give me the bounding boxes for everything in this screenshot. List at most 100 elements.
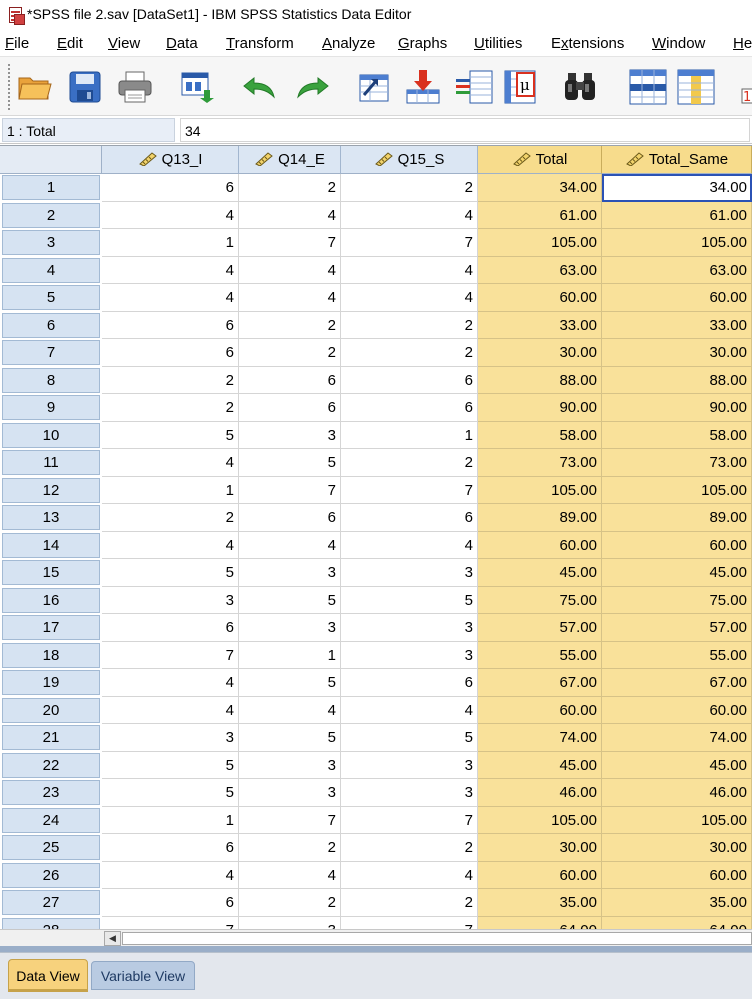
menu-transform[interactable]: Transform <box>226 35 294 52</box>
data-cell-total_same[interactable]: 105.00 <box>602 806 752 834</box>
data-cell-q13_i[interactable]: 6 <box>102 174 239 202</box>
column-header-q15_s[interactable]: Q15_S <box>341 146 478 174</box>
data-cell-q15_s[interactable]: 4 <box>341 256 478 284</box>
data-cell-total[interactable]: 63.00 <box>478 256 602 284</box>
data-cell-q15_s[interactable]: 4 <box>341 201 478 229</box>
row-header[interactable]: 22 <box>2 752 100 778</box>
data-cell-q14_e[interactable]: 3 <box>239 559 341 587</box>
data-cell-total[interactable]: 57.00 <box>478 614 602 642</box>
row-header[interactable]: 26 <box>2 862 100 888</box>
data-cell-total[interactable]: 74.00 <box>478 724 602 752</box>
goto-case-icon[interactable] <box>354 65 394 109</box>
data-cell-total_same[interactable]: 64.00 <box>602 916 752 929</box>
data-cell-q13_i[interactable]: 5 <box>102 751 239 779</box>
data-cell-q15_s[interactable]: 4 <box>341 531 478 559</box>
data-cell-total_same[interactable]: 58.00 <box>602 421 752 449</box>
data-cell-q14_e[interactable]: 7 <box>239 229 341 257</box>
data-cell-q15_s[interactable]: 6 <box>341 394 478 422</box>
data-cell-q14_e[interactable]: 5 <box>239 669 341 697</box>
data-cell-total_same[interactable]: 89.00 <box>602 504 752 532</box>
data-cell-total[interactable]: 105.00 <box>478 806 602 834</box>
tab-data-view[interactable]: Data View <box>8 959 88 992</box>
data-cell-q15_s[interactable]: 5 <box>341 724 478 752</box>
data-cell-total_same[interactable]: 55.00 <box>602 641 752 669</box>
data-cell-q13_i[interactable]: 6 <box>102 311 239 339</box>
data-cell-total[interactable]: 35.00 <box>478 889 602 917</box>
data-cell-q13_i[interactable]: 4 <box>102 201 239 229</box>
data-cell-q14_e[interactable]: 2 <box>239 174 341 202</box>
run-descriptives-icon[interactable]: μ <box>502 65 542 109</box>
row-header[interactable]: 12 <box>2 477 100 503</box>
data-cell-total[interactable]: 60.00 <box>478 284 602 312</box>
data-cell-total[interactable]: 88.00 <box>478 366 602 394</box>
data-cell-total_same[interactable]: 63.00 <box>602 256 752 284</box>
menu-graphs[interactable]: Graphs <box>398 35 447 52</box>
data-cell-q14_e[interactable]: 4 <box>239 696 341 724</box>
redo-icon[interactable] <box>292 65 332 109</box>
row-header[interactable]: 17 <box>2 615 100 640</box>
data-cell-total_same[interactable]: 60.00 <box>602 696 752 724</box>
row-header[interactable]: 6 <box>2 312 100 338</box>
menu-view[interactable]: View <box>108 35 140 52</box>
data-cell-total[interactable]: 73.00 <box>478 449 602 477</box>
column-header-q13_i[interactable]: Q13_I <box>102 146 239 174</box>
data-cell-q15_s[interactable]: 2 <box>341 311 478 339</box>
row-header[interactable]: 15 <box>2 560 100 585</box>
data-cell-q13_i[interactable]: 6 <box>102 614 239 642</box>
data-cell-q13_i[interactable]: 1 <box>102 229 239 257</box>
data-cell-q15_s[interactable]: 5 <box>341 586 478 614</box>
row-header[interactable]: 19 <box>2 670 100 695</box>
variables-icon[interactable] <box>454 65 494 109</box>
data-cell-q15_s[interactable]: 7 <box>341 916 478 929</box>
data-cell-q14_e[interactable]: 5 <box>239 724 341 752</box>
data-cell-total[interactable]: 60.00 <box>478 531 602 559</box>
row-header[interactable]: 16 <box>2 587 100 613</box>
row-header[interactable]: 10 <box>2 422 100 448</box>
save-icon[interactable] <box>65 65 105 109</box>
data-cell-q13_i[interactable]: 1 <box>102 476 239 504</box>
data-cell-q14_e[interactable]: 5 <box>239 449 341 477</box>
data-cell-q14_e[interactable]: 3 <box>239 614 341 642</box>
data-cell-q15_s[interactable]: 7 <box>341 806 478 834</box>
scrollbar-thumb[interactable] <box>122 932 752 945</box>
data-cell-q14_e[interactable]: 2 <box>239 311 341 339</box>
data-cell-q13_i[interactable]: 6 <box>102 889 239 917</box>
data-cell-q13_i[interactable]: 2 <box>102 366 239 394</box>
insert-cases-icon[interactable] <box>628 65 668 109</box>
recall-dialog-icon[interactable] <box>178 65 218 109</box>
data-cell-q15_s[interactable]: 7 <box>341 476 478 504</box>
data-cell-q13_i[interactable]: 4 <box>102 449 239 477</box>
data-cell-total[interactable]: 45.00 <box>478 559 602 587</box>
data-cell-q15_s[interactable]: 6 <box>341 669 478 697</box>
row-header[interactable]: 18 <box>2 642 100 668</box>
row-header[interactable]: 7 <box>2 340 100 365</box>
data-cell-q13_i[interactable]: 3 <box>102 724 239 752</box>
data-cell-total_same[interactable]: 34.00 <box>602 174 752 202</box>
row-header[interactable]: 1 <box>2 175 100 200</box>
row-header[interactable]: 8 <box>2 367 100 393</box>
column-header-total_same[interactable]: Total_Same <box>602 146 752 174</box>
data-cell-q13_i[interactable]: 2 <box>102 394 239 422</box>
menu-window[interactable]: Window <box>652 35 705 52</box>
data-cell-q14_e[interactable]: 5 <box>239 586 341 614</box>
row-header[interactable]: 13 <box>2 505 100 530</box>
data-cell-total_same[interactable]: 74.00 <box>602 724 752 752</box>
column-header-total[interactable]: Total <box>478 146 602 174</box>
print-icon[interactable] <box>115 65 155 109</box>
data-cell-q13_i[interactable]: 7 <box>102 641 239 669</box>
menu-analyze[interactable]: Analyze <box>322 35 375 52</box>
row-header[interactable]: 24 <box>2 807 100 833</box>
data-cell-q13_i[interactable]: 7 <box>102 916 239 929</box>
data-cell-q14_e[interactable]: 2 <box>239 889 341 917</box>
data-cell-total[interactable]: 30.00 <box>478 834 602 862</box>
data-cell-total_same[interactable]: 60.00 <box>602 861 752 889</box>
data-cell-q15_s[interactable]: 2 <box>341 889 478 917</box>
row-header[interactable]: 9 <box>2 395 100 420</box>
horizontal-scrollbar[interactable]: ◀ <box>102 929 752 946</box>
data-cell-q15_s[interactable]: 3 <box>341 779 478 807</box>
menu-utilities[interactable]: Utilities <box>474 35 522 52</box>
data-cell-total_same[interactable]: 30.00 <box>602 339 752 367</box>
data-cell-q14_e[interactable]: 6 <box>239 366 341 394</box>
data-cell-q14_e[interactable]: 6 <box>239 504 341 532</box>
row-header[interactable]: 27 <box>2 890 100 915</box>
